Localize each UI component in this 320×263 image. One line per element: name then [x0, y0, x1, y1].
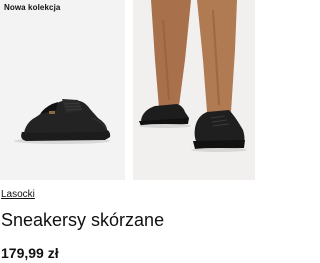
product-name[interactable]: Sneakersy skórzane — [1, 210, 164, 231]
product-photo-model[interactable] — [133, 0, 255, 180]
product-photo-sneaker[interactable] — [0, 0, 125, 180]
product-card[interactable]: Nowa kolekcja Lasocki Sneakersy skórzane… — [0, 0, 255, 263]
product-price: 179,99 zł — [1, 245, 59, 261]
product-gallery[interactable] — [0, 0, 255, 180]
brand-link[interactable]: Lasocki — [1, 189, 35, 200]
new-collection-badge: Nowa kolekcja — [4, 3, 61, 12]
sneaker-photo-icon — [14, 99, 111, 144]
model-wearing-sneakers-photo-icon — [139, 0, 247, 152]
